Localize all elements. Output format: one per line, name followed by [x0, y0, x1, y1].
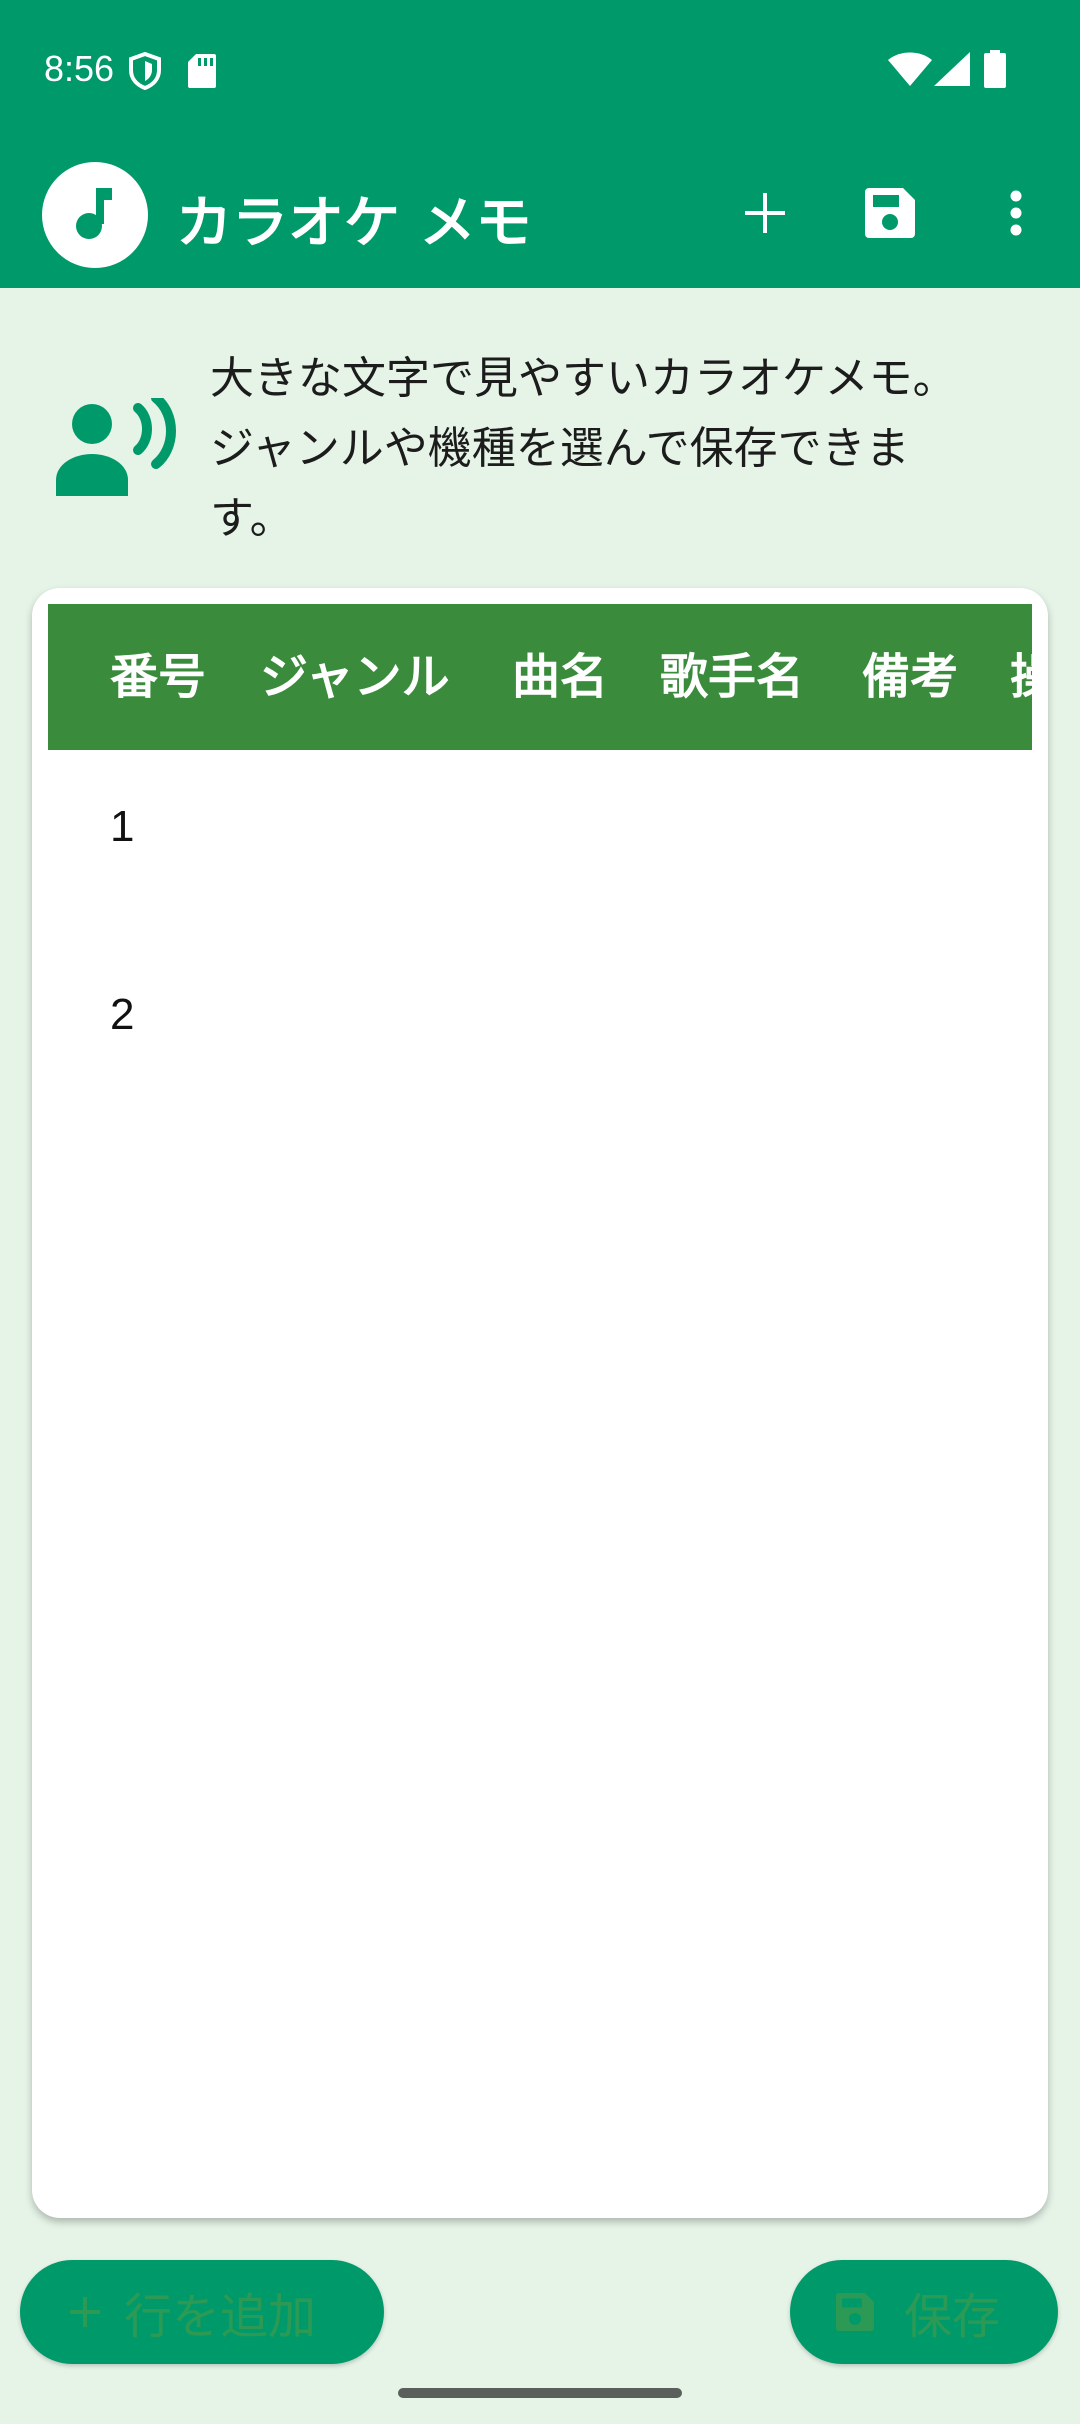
home-indicator[interactable] [398, 2388, 682, 2398]
column-header-actions: 操 [1010, 604, 1032, 750]
add-icon [745, 193, 785, 237]
voice-icon [54, 393, 180, 498]
column-header-genre: ジャンル [260, 649, 450, 705]
save-label: 保存 [904, 2289, 1001, 2345]
save-icon [836, 2293, 874, 2331]
add-row-action-button[interactable] [720, 170, 810, 260]
signal-icon [934, 52, 970, 90]
column-header-number: 番号 [110, 649, 207, 705]
column-header-notes: 備考 [862, 649, 959, 705]
status-time: 8:56 [44, 48, 115, 89]
row-number: 2 [110, 990, 135, 1039]
add-icon [70, 2297, 100, 2327]
add-row-button[interactable]: 行を追加 [20, 2260, 384, 2364]
app-title: カラオケ メモ [176, 191, 532, 256]
music-note-icon [70, 186, 120, 244]
row-number: 1 [110, 802, 135, 851]
column-header-artist: 歌手名 [660, 649, 805, 705]
wifi-icon [888, 52, 932, 90]
app-bar: カラオケ メモ [0, 140, 1080, 288]
save-action-button[interactable] [845, 170, 935, 260]
sd-card-icon [188, 54, 216, 92]
save-icon [865, 188, 915, 242]
shield-icon [128, 51, 162, 94]
add-row-label: 行を追加 [124, 2289, 317, 2345]
more-vert-icon [1010, 190, 1022, 240]
status-bar: 8:56 [0, 0, 1080, 140]
memo-table-card: 番号 ジャンル 曲名 歌手名 備考 操 1 2 [32, 588, 1048, 2218]
column-header-song: 曲名 [512, 649, 609, 705]
info-description: 大きな文字で見やすいカラオケメモ。ジャンルや機種を選んで保存できます。 [210, 353, 957, 544]
more-options-button[interactable] [972, 170, 1060, 260]
app-logo [42, 162, 148, 268]
save-button[interactable]: 保存 [790, 2260, 1058, 2364]
battery-icon [984, 50, 1006, 92]
table-row[interactable]: 2 [48, 968, 1032, 1078]
table-row[interactable]: 1 [48, 778, 1032, 888]
table-header: 番号 ジャンル 曲名 歌手名 備考 操 [48, 604, 1032, 750]
